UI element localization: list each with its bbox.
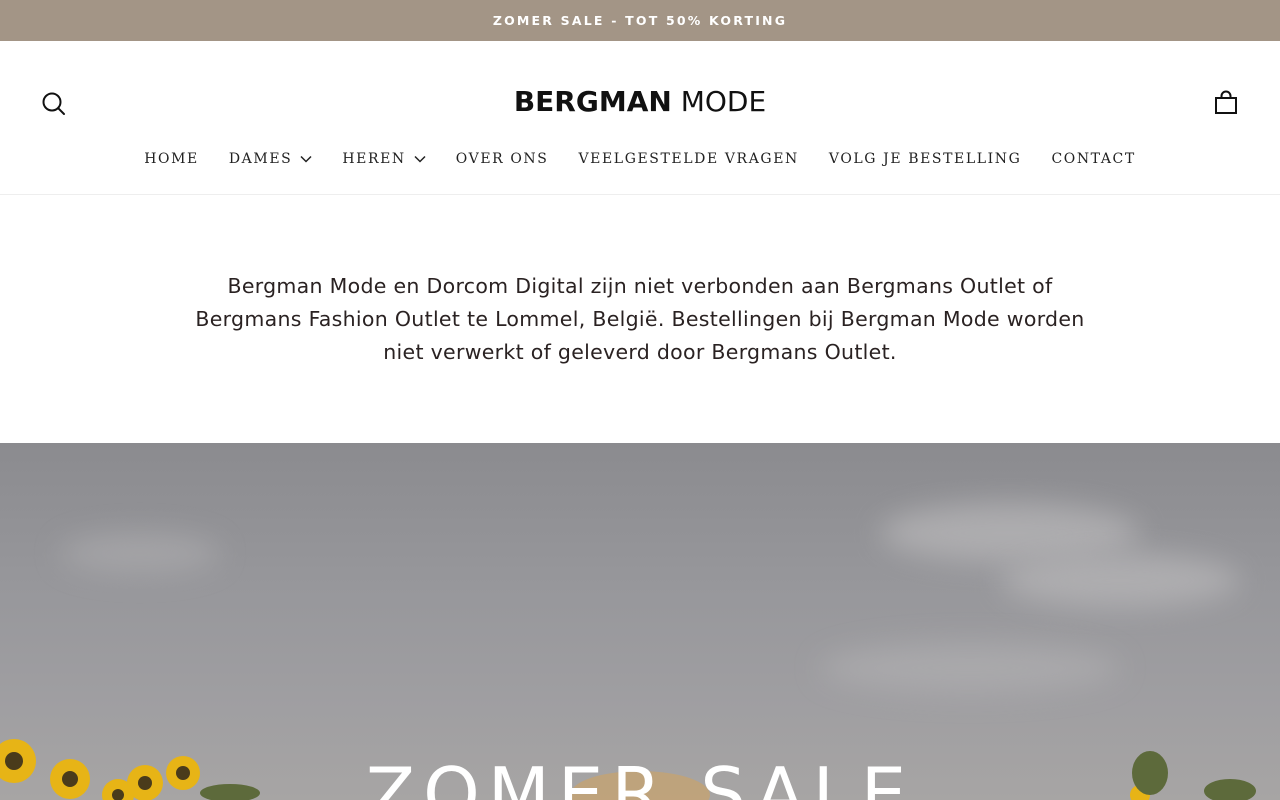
- notice-line: niet verwerkt of geleverd door Bergmans …: [383, 340, 897, 364]
- nav-item-contact[interactable]: CONTACT: [1036, 149, 1150, 169]
- main-nav: HOME DAMES HEREN OVER ONS VEELGESTELDE V…: [0, 149, 1280, 169]
- nav-item-label: HEREN: [342, 151, 406, 167]
- nav-item-heren[interactable]: HEREN: [327, 149, 440, 169]
- announcement-bar: ZOMER SALE - TOT 50% KORTING: [0, 0, 1280, 41]
- announcement-text: ZOMER SALE - TOT 50% KORTING: [492, 13, 788, 28]
- chevron-down-icon: [414, 155, 426, 163]
- chevron-down-icon: [300, 155, 312, 163]
- nav-item-label: CONTACT: [1051, 151, 1136, 167]
- nav-item-label: VEELGESTELDE VRAGEN: [578, 151, 799, 167]
- site-header: BERGMAN MODE HOME DAMES HEREN OVER ONS V…: [0, 41, 1280, 195]
- nav-item-label: HOME: [144, 151, 199, 167]
- nav-item-over-ons[interactable]: OVER ONS: [441, 149, 564, 169]
- bag-icon: [1215, 90, 1237, 114]
- cart-button[interactable]: [1212, 89, 1240, 117]
- nav-item-label: VOLG JE BESTELLING: [828, 151, 1022, 167]
- disclaimer-notice: Bergman Mode en Dorcom Digital zijn niet…: [150, 270, 1130, 369]
- notice-line: Bergmans Fashion Outlet te Lommel, Belgi…: [195, 307, 1085, 331]
- nav-item-label: OVER ONS: [455, 151, 549, 167]
- nav-item-faq[interactable]: VEELGESTELDE VRAGEN: [563, 149, 813, 169]
- nav-item-dames[interactable]: DAMES: [214, 149, 327, 169]
- nav-item-home[interactable]: HOME: [129, 149, 214, 169]
- hero-title: ZOMER SALE: [365, 752, 915, 800]
- hero-banner[interactable]: ZOMER SALE: [0, 443, 1280, 800]
- nav-item-label: DAMES: [228, 151, 293, 167]
- logo-bold-text: BERGMAN: [513, 85, 672, 118]
- logo-light-text: MODE: [680, 85, 767, 118]
- notice-line: Bergman Mode en Dorcom Digital zijn niet…: [227, 274, 1053, 298]
- sunflower-field-image: [0, 739, 1256, 800]
- nav-item-order-tracking[interactable]: VOLG JE BESTELLING: [814, 149, 1037, 169]
- site-logo[interactable]: BERGMAN MODE: [0, 85, 1280, 118]
